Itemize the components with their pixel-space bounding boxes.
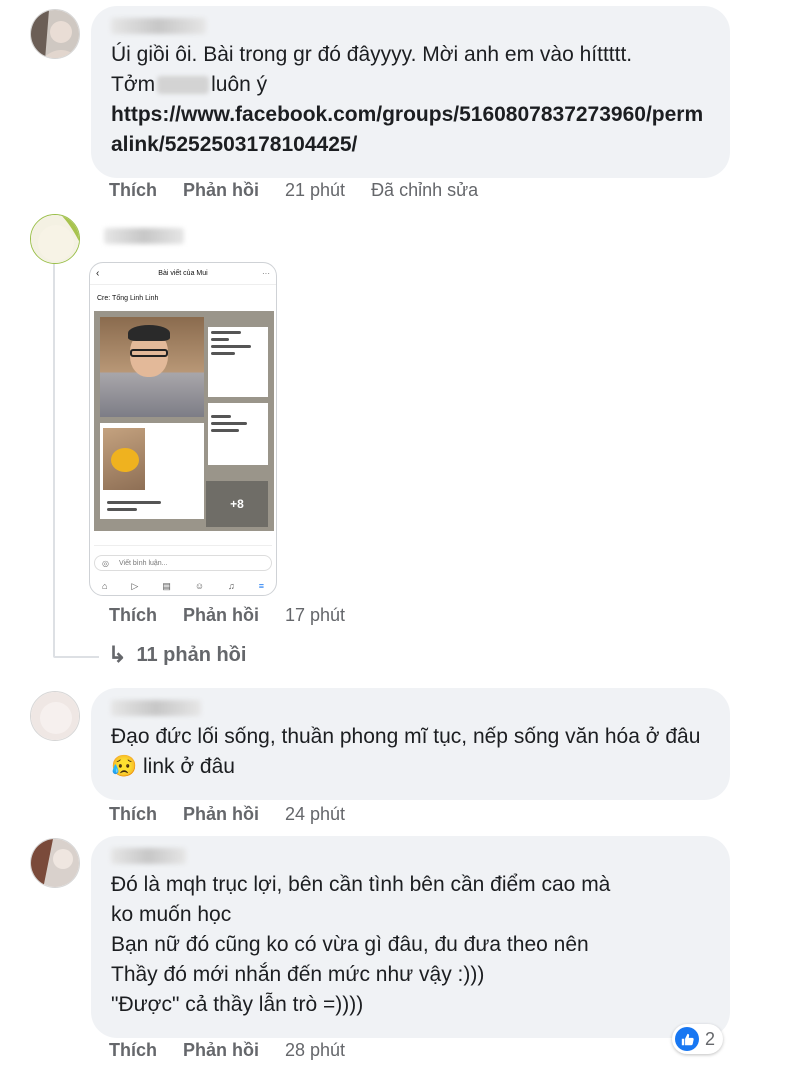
home-icon: ⌂ [101,581,108,591]
edited-label[interactable]: Đã chỉnh sửa [371,180,478,201]
menu-icon: ≡ [258,581,264,591]
timestamp[interactable]: 28 phút [285,1040,345,1061]
comment-image-screenshot[interactable]: ‹ Bài viết của Mui ··· Cre: Tống Linh Li… [89,262,277,596]
group-link[interactable]: https://www.facebook.com/groups/51608078… [111,100,707,160]
timestamp[interactable]: 21 phút [285,180,345,201]
chat-card [100,423,204,519]
back-arrow-icon: ‹ [96,268,100,279]
timestamp[interactable]: 17 phút [285,605,345,626]
camera-icon: ◎ [102,558,109,568]
chat-card [208,327,268,397]
bell-icon: ♫ [228,581,235,591]
like-button[interactable]: Thích [109,1040,157,1061]
more-icon: ··· [262,269,270,278]
comment-actions: Thích Phản hồi 24 phút [109,804,371,825]
like-button[interactable]: Thích [109,180,157,201]
redacted-text [157,76,210,95]
comment-actions: Thích Phản hồi 21 phút Đã chỉnh sửa [109,180,504,201]
screenshot-comment-input: ◎ Viết bình luận... [94,555,272,571]
screenshot-nav-bar: ⌂ ▷ ▤ ☺ ♫ ≡ [90,577,276,595]
avatar[interactable] [30,691,80,741]
screenshot-collage: +8 [94,311,274,531]
video-icon: ▷ [131,580,139,591]
reaction-summary[interactable]: 2 [672,1024,724,1054]
author-name-redacted[interactable] [104,228,184,244]
avatar[interactable] [30,214,80,264]
thread-line-branch [53,656,99,658]
reply-button[interactable]: Phản hồi [183,1040,259,1061]
reply-button[interactable]: Phản hồi [183,605,259,626]
comment-actions: Thích Phản hồi 17 phút [109,605,371,626]
avatar[interactable] [30,9,80,59]
screenshot-action-row [94,545,272,551]
reply-arrow-icon: ↳ [108,642,127,667]
comment-text: Đó là mqh trục lợi, bên cần tình bên cần… [111,873,611,1016]
reply-button[interactable]: Phản hồi [183,804,259,825]
profile-icon: ☺ [194,581,205,591]
comment-text: Đạo đức lối sống, thuần phong mĩ tục, nế… [111,725,701,778]
screenshot-header: ‹ Bài viết của Mui ··· [90,263,276,285]
comment-bubble: Đạo đức lối sống, thuần phong mĩ tục, nế… [91,688,730,800]
comment-bubble: Đó là mqh trục lợi, bên cần tình bên cần… [91,836,730,1038]
photo-man [100,317,204,417]
comment-bubble: Úi giồi ôi. Bài trong gr đó đâyyyy. Mời … [91,6,730,178]
author-name-redacted[interactable] [111,700,201,716]
view-replies-button[interactable]: ↳ 11 phản hồi [108,642,246,668]
chat-card [208,403,268,465]
avatar[interactable] [30,838,80,888]
like-button[interactable]: Thích [109,605,157,626]
like-button[interactable]: Thích [109,804,157,825]
author-name-redacted[interactable] [111,848,186,864]
reply-button[interactable]: Phản hồi [183,180,259,201]
author-name-redacted[interactable] [111,18,206,34]
like-reaction-icon [675,1027,699,1051]
comment-text: Úi giồi ôi. Bài trong gr đó đâyyyy. Mời … [111,43,633,96]
more-photos-overlay: +8 [206,481,268,527]
screenshot-credit: Cre: Tống Linh Linh [97,295,159,302]
comment-actions: Thích Phản hồi 28 phút [109,1040,371,1061]
thread-line [53,258,55,656]
store-icon: ▤ [162,580,171,591]
reaction-count: 2 [705,1028,716,1049]
timestamp[interactable]: 24 phút [285,804,345,825]
